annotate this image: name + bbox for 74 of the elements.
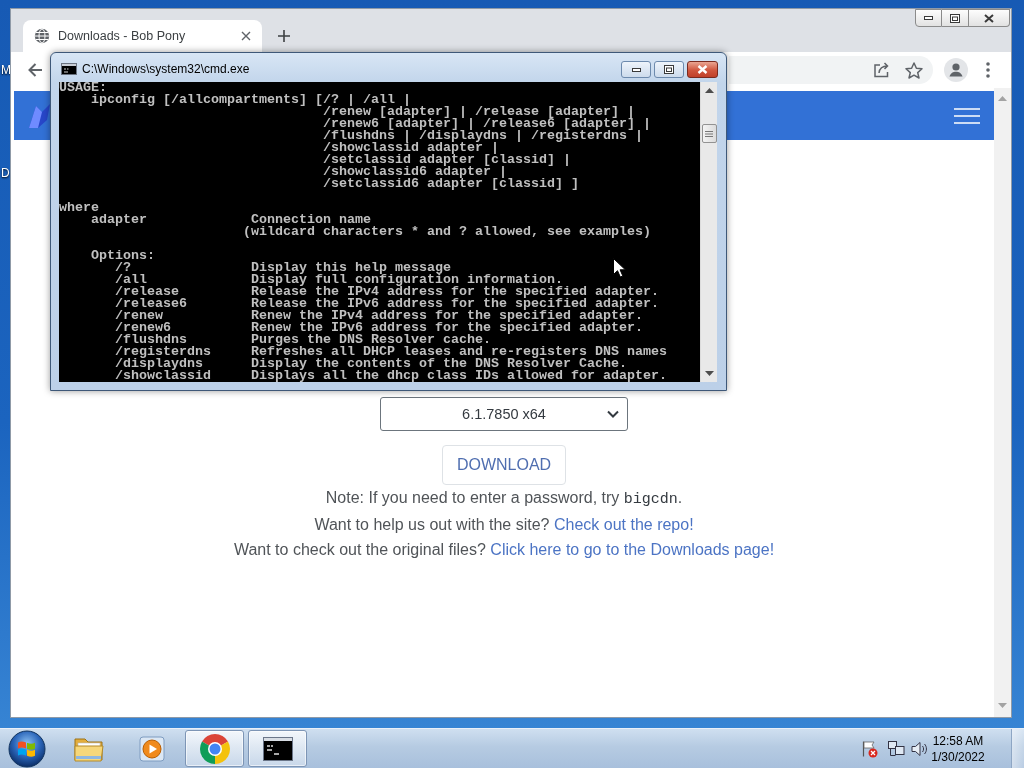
note-text: Want to check out the original files? Click here to go to the Downloads page! <box>233 540 775 560</box>
speaker-icon[interactable] <box>910 739 928 758</box>
note-text: Note: If you need to enter a password, try bigcdn. <box>325 488 683 510</box>
console-line: /registerdns Refreshes all DHCP leases and re-registers DNS names <box>115 346 667 358</box>
plus-icon[interactable] <box>278 29 290 42</box>
window-title: C:\Windows\system32\cmd.exe <box>82 62 250 76</box>
console-line: /? Display this help message <box>115 262 451 274</box>
mouse-pointer-icon <box>613 258 626 278</box>
address-bar[interactable] <box>729 56 933 84</box>
console-line: /release6 Release the IPv6 address for the specified adapter. <box>115 298 659 310</box>
share-icon[interactable] <box>873 62 891 78</box>
console-line: ipconfig [/allcompartments] [/? | /all | <box>91 94 411 106</box>
console-line: /displaydns Display the contents of the DNS Resolver Cache. <box>115 358 627 370</box>
scrollbar-thumb[interactable] <box>701 124 717 143</box>
globe-icon <box>34 28 50 44</box>
note-text: Want to help us out with the site? Check out the repo! <box>314 515 694 535</box>
text-link[interactable]: Check out the repo! <box>553 516 694 533</box>
desktop-icon-label[interactable]: D <box>1 166 10 180</box>
browser-tab[interactable]: Downloads - Bob Pony <box>23 20 262 52</box>
clock-time[interactable]: 12:58 AM <box>932 732 984 749</box>
maximize-button[interactable] <box>942 9 969 27</box>
play-icon[interactable] <box>136 733 167 764</box>
close-button[interactable] <box>687 61 718 78</box>
console-line: /renew6 Renew the IPv6 address for the specified adapter. <box>115 322 643 334</box>
close-button[interactable] <box>969 9 1010 27</box>
grip-icon <box>705 129 713 138</box>
console-line: /setclassid6 adapter [classid] ] <box>322 178 579 190</box>
clock-date[interactable]: 1/30/2022 <box>931 748 985 765</box>
tab-title: Downloads - Bob Pony <box>58 29 187 43</box>
console-line: /flushdns Purges the DNS Resolver cache. <box>115 334 491 346</box>
close-icon <box>984 13 994 23</box>
minimize-icon <box>631 67 641 72</box>
version-select[interactable]: 6.1.7850 x64 <box>380 397 628 431</box>
console-line: /renew [adapter] | /release [adapter] | <box>322 106 635 118</box>
desktop-icon-label[interactable]: M <box>1 63 11 77</box>
console-line: /showclassid6 adapter | <box>322 166 507 178</box>
menu-icon[interactable] <box>954 106 980 125</box>
scrollbar[interactable] <box>700 82 717 382</box>
caret-down-icon[interactable] <box>704 371 714 376</box>
console-line: adapter Connection name <box>91 214 371 226</box>
console-line: /release Release the IPv4 address for the specified adapter. <box>115 286 659 298</box>
console-line: USAGE: <box>59 82 107 94</box>
console-line: Options: <box>91 250 155 262</box>
star-icon[interactable] <box>905 61 923 79</box>
taskbar-button[interactable] <box>248 730 307 767</box>
network-icon[interactable] <box>887 739 905 758</box>
console-line: /setclassid adapter [classid] | <box>322 154 571 166</box>
avatar-icon[interactable] <box>944 58 968 82</box>
minimize-icon <box>924 16 933 20</box>
back-arrow-icon[interactable] <box>27 62 43 78</box>
close-icon[interactable] <box>241 31 251 41</box>
browser-icon[interactable] <box>198 732 231 765</box>
console-line: /showclassid adapter | <box>322 142 499 154</box>
kebab-menu-icon[interactable] <box>986 62 990 78</box>
terminal-icon <box>61 63 77 75</box>
flag-icon[interactable] <box>860 739 878 758</box>
console-line: /showclassid Displays all the dhcp class IDs allowed for adapter. <box>115 370 667 382</box>
console-line: where <box>59 202 99 214</box>
chevron-down-icon <box>607 410 619 418</box>
text-link[interactable]: Click here to go to the Downloads page! <box>490 541 775 558</box>
close-icon <box>697 65 708 74</box>
restore-icon <box>950 13 960 23</box>
start-orb-icon[interactable] <box>8 729 46 768</box>
terminal-icon[interactable] <box>262 736 293 761</box>
console-line: /flushdns | /displaydns | /registerdns | <box>322 130 643 142</box>
download-button[interactable]: DOWNLOAD <box>442 445 566 485</box>
minimize-button[interactable] <box>621 61 651 78</box>
console-line: /all Display full configuration information. <box>115 274 563 286</box>
maximize-button[interactable] <box>654 61 684 78</box>
console-line: /renew Renew the IPv4 address for the specified adapter. <box>115 310 643 322</box>
console-line: (wildcard characters * and ? allowed, see examples) <box>242 226 651 238</box>
minimize-button[interactable] <box>915 9 942 27</box>
console-line: /renew6 [adapter] | /release6 [adapter] | <box>322 118 651 130</box>
restore-icon <box>664 65 674 74</box>
